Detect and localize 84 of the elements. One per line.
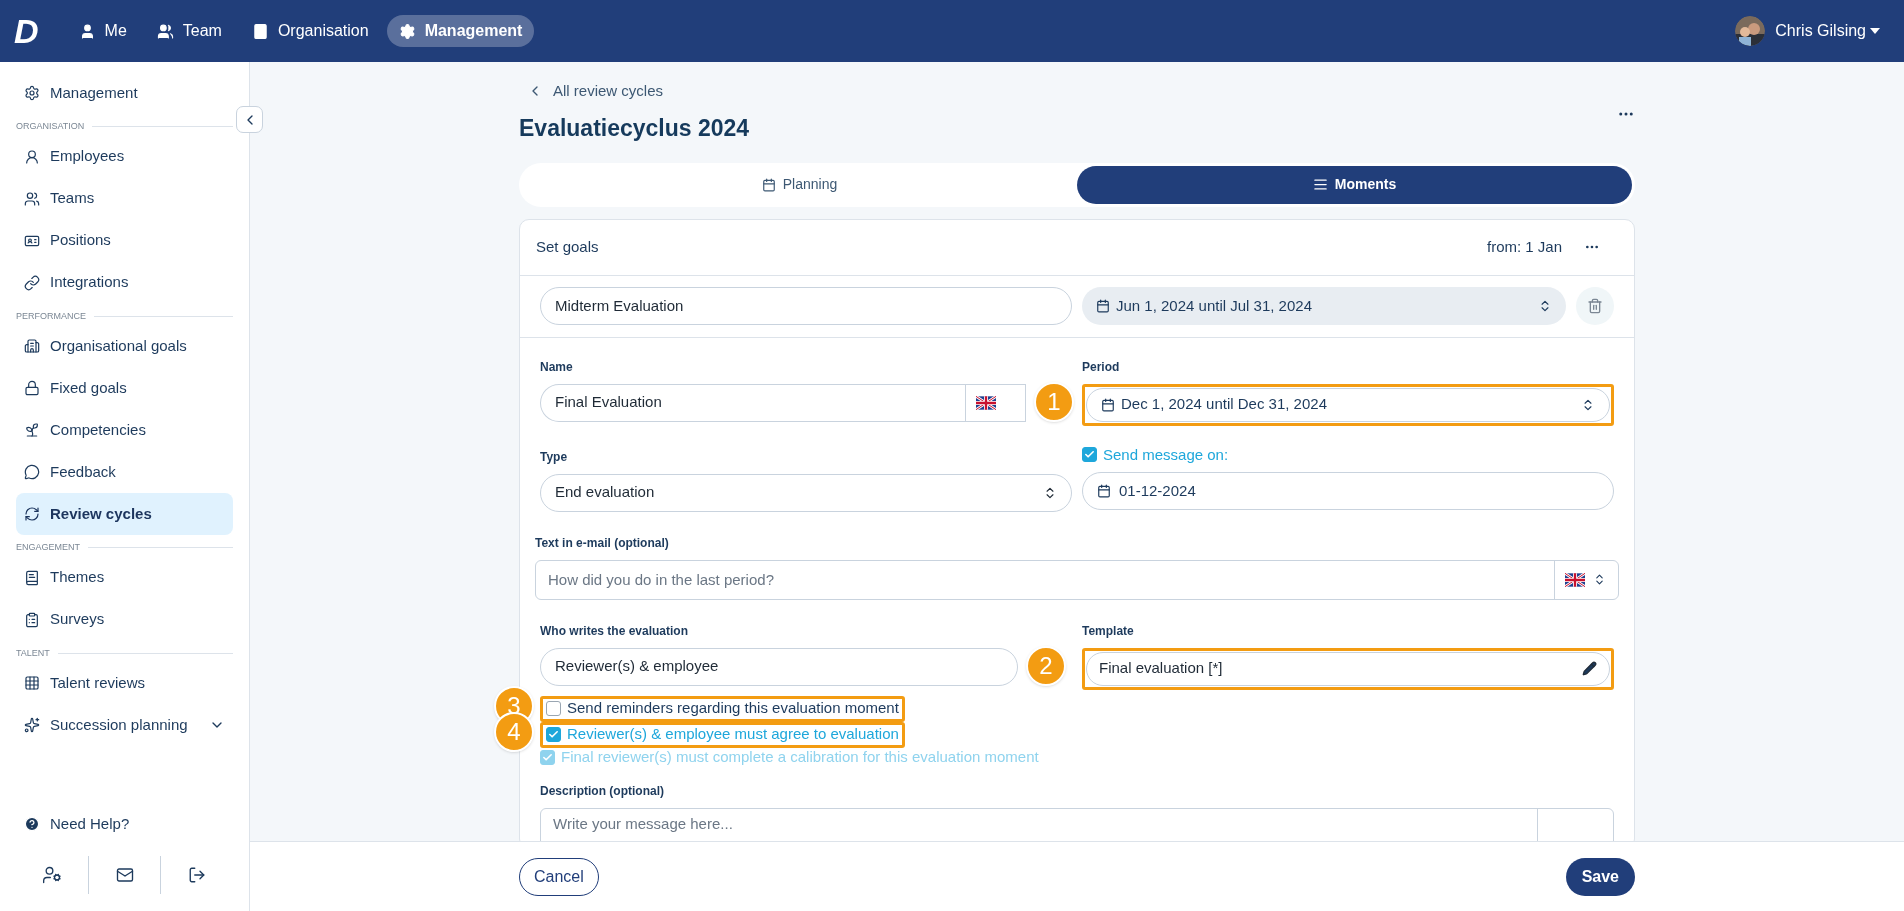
sidebar-item[interactable]: Review cycles [16, 493, 233, 535]
field-label: Text in e-mail (optional) [535, 534, 670, 552]
gear-icon [24, 85, 40, 101]
envelope-icon [115, 866, 134, 884]
field-label: Template [1082, 622, 1135, 640]
caret-icon [1870, 28, 1880, 34]
pencil-icon[interactable] [1582, 661, 1597, 676]
link-icon [24, 274, 40, 291]
callout-badge: 1 [1034, 381, 1074, 422]
sidebar-item[interactable]: Employees [16, 135, 233, 178]
people-icon [156, 22, 174, 40]
card-title: Set goals [536, 236, 599, 257]
sidebar-item[interactable]: Succession planning [16, 704, 233, 746]
calendar-icon [1101, 397, 1115, 412]
checkmark-icon [542, 752, 553, 763]
flag-icon [1565, 572, 1585, 587]
sidebar-item[interactable]: Positions [16, 219, 233, 262]
collapse-button[interactable] [236, 106, 263, 133]
nav-tab[interactable]: Me [66, 15, 139, 47]
clipboard-icon [24, 611, 40, 628]
delete-button[interactable] [1576, 287, 1614, 325]
sidebar-item[interactable]: Competencies [16, 409, 233, 451]
calendar-icon [761, 177, 776, 192]
trash-icon [1587, 298, 1603, 314]
select-arrows-icon [1593, 573, 1606, 586]
nav-tab[interactable]: Management [386, 15, 535, 47]
email-text-field[interactable]: How did you do in the last period? [535, 559, 1619, 600]
save-button[interactable]: Save [1565, 857, 1635, 896]
calendar-icon [1096, 299, 1110, 313]
grid-icon [24, 675, 40, 691]
sidebar-item[interactable]: Fixed goals [16, 367, 233, 409]
tab[interactable]: Planning [522, 165, 1077, 204]
field-label: Who writes the evaluation [540, 622, 690, 640]
checkmark-icon [548, 729, 559, 740]
sidebar-item[interactable]: Talent reviews [16, 662, 233, 704]
refresh-icon [24, 506, 40, 522]
sidebar-item[interactable]: Teams [16, 177, 233, 220]
calendar-icon [1097, 484, 1111, 498]
speech-bubble-icon [24, 464, 40, 480]
sidebar-item[interactable]: Management [16, 72, 233, 114]
section-heading: ENGAGEMENT [16, 541, 80, 554]
flag-icon [976, 395, 996, 410]
section-heading: ORGANISATION [16, 120, 85, 133]
people-icon [24, 190, 40, 207]
nav-tab[interactable]: Organisation [239, 15, 381, 47]
checkbox-label: Send reminders regarding this evaluation moment [567, 698, 899, 719]
sidebar-item[interactable]: Feedback [16, 451, 233, 493]
field-label: Description (optional) [540, 782, 665, 800]
section-heading: TALENT [16, 646, 50, 660]
book-icon [24, 569, 40, 586]
lock-icon [24, 380, 40, 396]
help-icon [24, 816, 40, 832]
page-title: Evaluatiecyclus 2024 [519, 114, 750, 144]
callout-badge: 2 [1026, 645, 1066, 686]
sidebar-item[interactable]: Themes [16, 556, 233, 599]
logo[interactable]: D [14, 14, 39, 48]
checkbox-label: Final reviewer(s) must complete a calibration for this evaluation moment [561, 747, 1039, 768]
back-link[interactable]: All review cycles [527, 80, 664, 103]
sidebar-item[interactable]: Organisational goals [16, 325, 233, 367]
writer-field[interactable]: Reviewer(s) & employee [540, 647, 1018, 686]
checkbox-label: Reviewer(s) & employee must agree to evaluation [567, 724, 899, 745]
sparkles-icon [24, 717, 40, 733]
start-date: from: 1 Jan [1486, 236, 1562, 257]
sidebar-item[interactable]: Surveys [16, 598, 233, 641]
nav-tab[interactable]: Team [144, 15, 234, 47]
sidebar-item[interactable]: Integrations [16, 261, 233, 304]
field-label: Type [540, 448, 569, 466]
sprout-icon [24, 422, 40, 438]
field-label: Name [540, 358, 574, 376]
logout-icon [188, 866, 207, 884]
checkbox-label: Send message on: [1103, 444, 1229, 465]
user-menu[interactable]: Chris Gilsing [1775, 19, 1880, 43]
help-link[interactable]: Need Help? [16, 803, 138, 845]
tab[interactable]: Moments [1077, 165, 1632, 204]
user-cog-icon [41, 865, 62, 885]
checkbox[interactable] [1082, 447, 1097, 463]
section-heading: PERFORMANCE [16, 309, 86, 323]
field-label: Period [1082, 358, 1121, 376]
person-icon [24, 148, 40, 165]
checkbox[interactable] [546, 727, 561, 742]
gear-icon [398, 22, 416, 40]
checkbox[interactable] [546, 701, 561, 716]
menu-icon [1312, 177, 1328, 192]
period-select[interactable]: Jun 1, 2024 until Jul 31, 2024 [1082, 287, 1566, 325]
